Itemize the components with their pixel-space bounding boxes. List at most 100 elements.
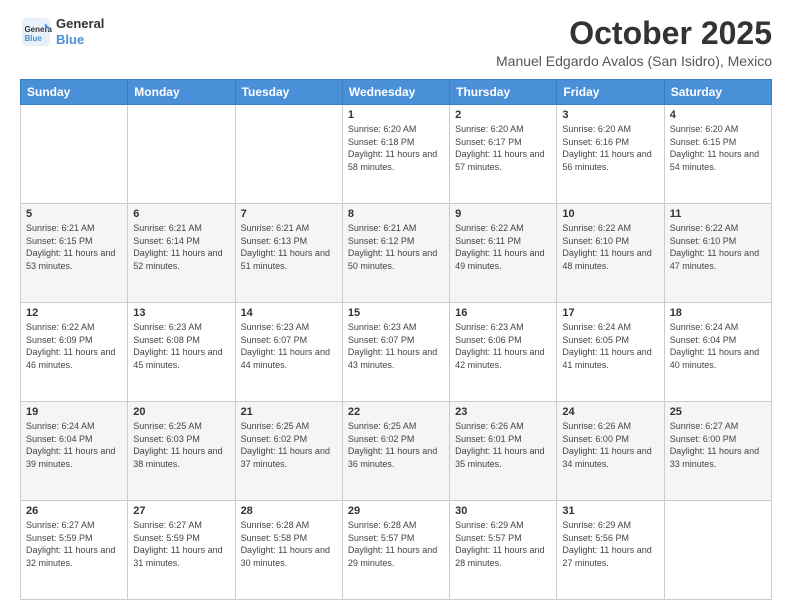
day-info: Sunrise: 6:23 AMSunset: 6:07 PMDaylight:… — [241, 321, 337, 371]
table-cell — [128, 105, 235, 204]
page: General Blue General Blue October 2025 M… — [0, 0, 792, 612]
table-cell: 6 Sunrise: 6:21 AMSunset: 6:14 PMDaylight… — [128, 204, 235, 303]
day-number: 8 — [348, 208, 444, 220]
header-friday: Friday — [557, 80, 664, 105]
table-cell: 12 Sunrise: 6:22 AMSunset: 6:09 PMDayligh… — [21, 303, 128, 402]
week-row-2: 12 Sunrise: 6:22 AMSunset: 6:09 PMDayligh… — [21, 303, 772, 402]
logo-text: General Blue — [56, 16, 104, 47]
title-block: October 2025 Manuel Edgardo Avalos (San … — [496, 16, 772, 69]
calendar-header-row: Sunday Monday Tuesday Wednesday Thursday… — [21, 80, 772, 105]
table-cell: 23 Sunrise: 6:26 AMSunset: 6:01 PMDayligh… — [450, 402, 557, 501]
day-number: 24 — [562, 406, 658, 418]
svg-text:Blue: Blue — [24, 34, 42, 43]
day-number: 4 — [670, 109, 766, 121]
day-number: 27 — [133, 505, 229, 517]
day-info: Sunrise: 6:24 AMSunset: 6:04 PMDaylight:… — [26, 420, 122, 470]
day-info: Sunrise: 6:22 AMSunset: 6:11 PMDaylight:… — [455, 222, 551, 272]
day-info: Sunrise: 6:22 AMSunset: 6:09 PMDaylight:… — [26, 321, 122, 371]
day-number: 7 — [241, 208, 337, 220]
table-cell — [664, 501, 771, 600]
week-row-1: 5 Sunrise: 6:21 AMSunset: 6:15 PMDaylight… — [21, 204, 772, 303]
day-number: 25 — [670, 406, 766, 418]
header-thursday: Thursday — [450, 80, 557, 105]
header-saturday: Saturday — [664, 80, 771, 105]
day-number: 14 — [241, 307, 337, 319]
day-info: Sunrise: 6:21 AMSunset: 6:13 PMDaylight:… — [241, 222, 337, 272]
table-cell: 16 Sunrise: 6:23 AMSunset: 6:06 PMDayligh… — [450, 303, 557, 402]
week-row-4: 26Sunrise: 6:27 AMSunset: 5:59 PMDayligh… — [21, 501, 772, 600]
table-cell — [21, 105, 128, 204]
day-number: 3 — [562, 109, 658, 121]
table-cell: 27 Sunrise: 6:27 AMSunset: 5:59 PMDayligh… — [128, 501, 235, 600]
header-wednesday: Wednesday — [342, 80, 449, 105]
day-info: Sunrise: 6:25 AMSunset: 6:02 PMDaylight:… — [241, 420, 337, 470]
day-info: Sunrise: 6:29 AMSunset: 5:56 PMDaylight:… — [562, 519, 658, 569]
table-cell: 8Sunrise: 6:21 AMSunset: 6:12 PMDaylight… — [342, 204, 449, 303]
header: General Blue General Blue October 2025 M… — [20, 16, 772, 69]
day-number: 15 — [348, 307, 444, 319]
day-number: 12 — [26, 307, 122, 319]
day-number: 16 — [455, 307, 551, 319]
day-info: Sunrise: 6:28 AMSunset: 5:58 PMDaylight:… — [241, 519, 337, 569]
header-sunday: Sunday — [21, 80, 128, 105]
logo-icon: General Blue — [20, 16, 52, 48]
table-cell: 14 Sunrise: 6:23 AMSunset: 6:07 PMDayligh… — [235, 303, 342, 402]
table-cell: 10 Sunrise: 6:22 AMSunset: 6:10 PMDayligh… — [557, 204, 664, 303]
day-info: Sunrise: 6:26 AMSunset: 6:01 PMDaylight:… — [455, 420, 551, 470]
table-cell: 4 Sunrise: 6:20 AMSunset: 6:15 PMDaylight… — [664, 105, 771, 204]
day-number: 20 — [133, 406, 229, 418]
day-number: 29 — [348, 505, 444, 517]
table-cell: 30Sunrise: 6:29 AMSunset: 5:57 PMDayligh… — [450, 501, 557, 600]
day-info: Sunrise: 6:22 AMSunset: 6:10 PMDaylight:… — [670, 222, 766, 272]
day-info: Sunrise: 6:23 AMSunset: 6:06 PMDaylight:… — [455, 321, 551, 371]
day-info: Sunrise: 6:22 AMSunset: 6:10 PMDaylight:… — [562, 222, 658, 272]
day-number: 5 — [26, 208, 122, 220]
day-info: Sunrise: 6:21 AMSunset: 6:15 PMDaylight:… — [26, 222, 122, 272]
location-subtitle: Manuel Edgardo Avalos (San Isidro), Mexi… — [496, 53, 772, 69]
day-info: Sunrise: 6:20 AMSunset: 6:15 PMDaylight:… — [670, 123, 766, 173]
day-info: Sunrise: 6:20 AMSunset: 6:17 PMDaylight:… — [455, 123, 551, 173]
day-number: 13 — [133, 307, 229, 319]
day-number: 21 — [241, 406, 337, 418]
table-cell: 13 Sunrise: 6:23 AMSunset: 6:08 PMDayligh… — [128, 303, 235, 402]
day-number: 6 — [133, 208, 229, 220]
day-info: Sunrise: 6:28 AMSunset: 5:57 PMDaylight:… — [348, 519, 444, 569]
table-cell: 21 Sunrise: 6:25 AMSunset: 6:02 PMDayligh… — [235, 402, 342, 501]
table-cell: 31 Sunrise: 6:29 AMSunset: 5:56 PMDayligh… — [557, 501, 664, 600]
logo-line2: Blue — [56, 32, 84, 47]
table-cell: 26Sunrise: 6:27 AMSunset: 5:59 PMDayligh… — [21, 501, 128, 600]
day-info: Sunrise: 6:23 AMSunset: 6:08 PMDaylight:… — [133, 321, 229, 371]
table-cell: 20Sunrise: 6:25 AMSunset: 6:03 PMDayligh… — [128, 402, 235, 501]
table-cell: 9Sunrise: 6:22 AMSunset: 6:11 PMDaylight… — [450, 204, 557, 303]
day-info: Sunrise: 6:27 AMSunset: 6:00 PMDaylight:… — [670, 420, 766, 470]
day-info: Sunrise: 6:27 AMSunset: 5:59 PMDaylight:… — [26, 519, 122, 569]
table-cell: 18 Sunrise: 6:24 AMSunset: 6:04 PMDayligh… — [664, 303, 771, 402]
logo: General Blue General Blue — [20, 16, 104, 48]
day-info: Sunrise: 6:27 AMSunset: 5:59 PMDaylight:… — [133, 519, 229, 569]
day-number: 31 — [562, 505, 658, 517]
day-number: 28 — [241, 505, 337, 517]
day-info: Sunrise: 6:25 AMSunset: 6:02 PMDaylight:… — [348, 420, 444, 470]
day-info: Sunrise: 6:20 AMSunset: 6:16 PMDaylight:… — [562, 123, 658, 173]
table-cell: 3 Sunrise: 6:20 AMSunset: 6:16 PMDaylight… — [557, 105, 664, 204]
table-cell: 28 Sunrise: 6:28 AMSunset: 5:58 PMDayligh… — [235, 501, 342, 600]
day-number: 2 — [455, 109, 551, 121]
day-number: 10 — [562, 208, 658, 220]
month-title: October 2025 — [496, 16, 772, 51]
day-number: 19 — [26, 406, 122, 418]
table-cell: 7 Sunrise: 6:21 AMSunset: 6:13 PMDaylight… — [235, 204, 342, 303]
header-monday: Monday — [128, 80, 235, 105]
day-info: Sunrise: 6:24 AMSunset: 6:04 PMDaylight:… — [670, 321, 766, 371]
day-number: 23 — [455, 406, 551, 418]
table-cell: 5 Sunrise: 6:21 AMSunset: 6:15 PMDaylight… — [21, 204, 128, 303]
day-info: Sunrise: 6:26 AMSunset: 6:00 PMDaylight:… — [562, 420, 658, 470]
day-number: 17 — [562, 307, 658, 319]
day-number: 18 — [670, 307, 766, 319]
day-info: Sunrise: 6:21 AMSunset: 6:14 PMDaylight:… — [133, 222, 229, 272]
day-number: 22 — [348, 406, 444, 418]
day-number: 11 — [670, 208, 766, 220]
table-cell: 11 Sunrise: 6:22 AMSunset: 6:10 PMDayligh… — [664, 204, 771, 303]
table-cell: 1Sunrise: 6:20 AMSunset: 6:18 PMDaylight… — [342, 105, 449, 204]
day-info: Sunrise: 6:29 AMSunset: 5:57 PMDaylight:… — [455, 519, 551, 569]
week-row-3: 19 Sunrise: 6:24 AMSunset: 6:04 PMDayligh… — [21, 402, 772, 501]
